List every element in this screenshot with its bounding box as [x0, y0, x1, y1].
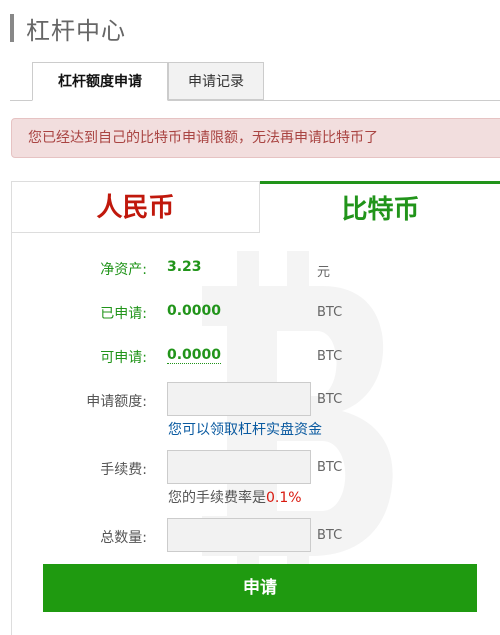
tab-leverage-apply[interactable]: 杠杆额度申请: [32, 62, 168, 101]
tab-apply-records[interactable]: 申请记录: [168, 62, 264, 100]
currency-tabs: 人民币 比特币: [12, 181, 500, 233]
fee-note: 您的手续费率是0.1%: [168, 487, 302, 507]
net-assets-label: 净资产:: [100, 262, 147, 278]
available-label: 可申请:: [100, 350, 147, 366]
page-title: 杠杆中心: [26, 16, 126, 45]
main-tabs: 杠杆额度申请 申请记录: [10, 62, 500, 101]
amount-unit: BTC: [317, 392, 343, 407]
fee-input[interactable]: [167, 450, 311, 484]
submit-button[interactable]: 申请: [43, 564, 477, 612]
total-label: 总数量:: [100, 530, 147, 546]
fee-note-text: 您的手续费率是: [168, 490, 266, 506]
page-header: 杠杆中心: [10, 12, 126, 45]
amount-note-link[interactable]: 您可以领取杠杆实盘资金: [168, 419, 322, 439]
apply-panel: 人民币 比特币 净资产: 3.23 元 已申请: 0.0000 BTC 可申请:…: [11, 181, 500, 635]
amount-input[interactable]: [167, 382, 311, 416]
amount-label: 申请额度:: [86, 394, 147, 410]
net-assets-value: 3.23: [167, 259, 202, 275]
limit-alert: 您已经达到自己的比特币申请限额，无法再申请比特币了: [11, 118, 500, 158]
title-accent-bar: [10, 14, 14, 42]
total-input[interactable]: [167, 518, 311, 552]
total-unit: BTC: [317, 528, 343, 543]
tab-cny[interactable]: 人民币: [12, 181, 260, 233]
applied-unit: BTC: [317, 305, 343, 320]
available-unit: BTC: [317, 349, 343, 364]
applied-label: 已申请:: [100, 306, 147, 322]
available-value[interactable]: 0.0000: [167, 347, 222, 364]
applied-value: 0.0000: [167, 303, 222, 319]
net-assets-unit: 元: [317, 265, 331, 280]
fee-unit: BTC: [317, 460, 343, 475]
fee-label: 手续费:: [100, 462, 147, 478]
tab-btc[interactable]: 比特币: [260, 181, 500, 233]
fee-rate: 0.1%: [266, 490, 302, 506]
